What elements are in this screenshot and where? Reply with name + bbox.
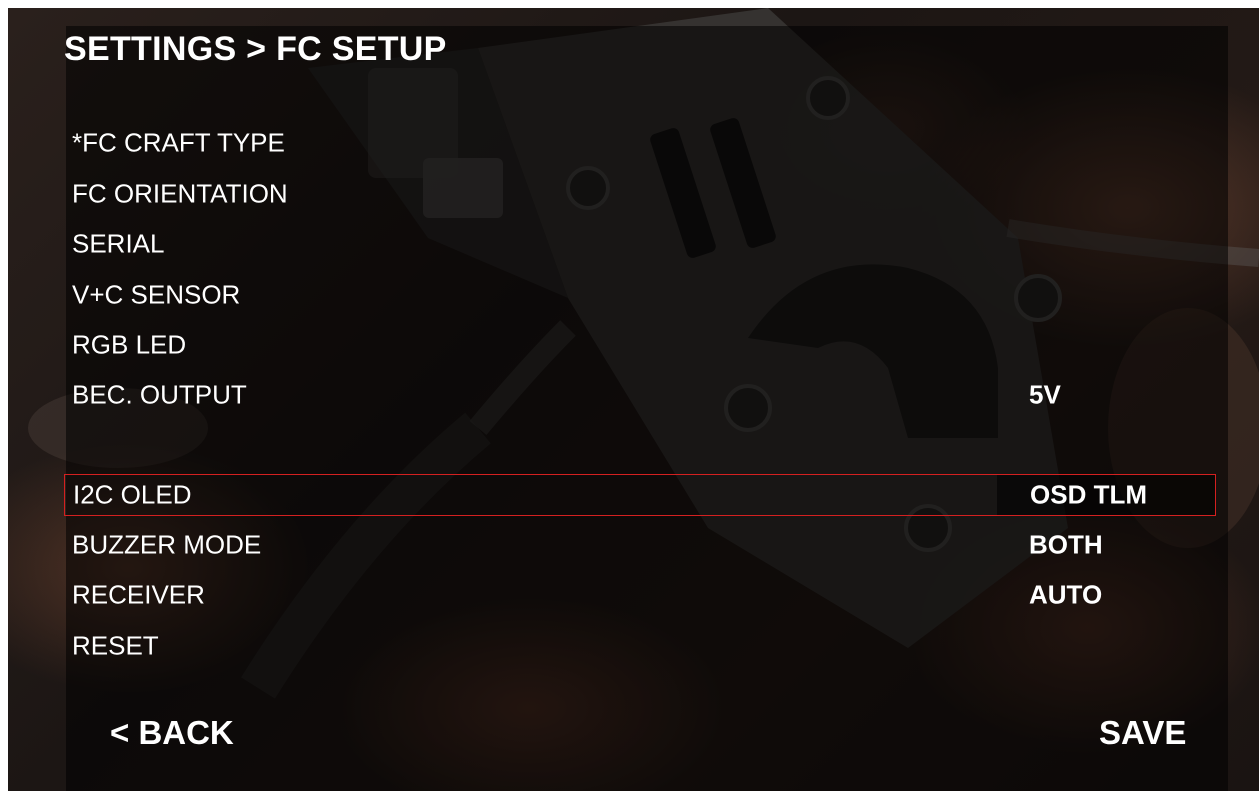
menu-item-value: BOTH [1029, 529, 1103, 560]
menu-item-value: OSD TLM [1030, 479, 1147, 510]
menu-item-label: FC ORIENTATION [72, 178, 288, 209]
menu-item-label: BUZZER MODE [72, 529, 262, 560]
menu-item-vc-sensor[interactable]: V+C SENSOR [64, 274, 1216, 316]
back-button[interactable]: < BACK [110, 714, 234, 752]
menu-item-i2c-oled[interactable]: I2C OLED OSD TLM [64, 474, 1216, 516]
menu-item-rgb-led[interactable]: RGB LED [64, 324, 1216, 366]
menu-item-label: RESET [72, 630, 159, 661]
menu-item-label: SERIAL [72, 228, 165, 259]
page-title: SETTINGS > FC SETUP [64, 30, 447, 68]
menu-item-label: RECEIVER [72, 579, 205, 610]
menu-item-fc-craft-type[interactable]: *FC CRAFT TYPE [64, 122, 1216, 164]
menu-item-buzzer-mode[interactable]: BUZZER MODE BOTH [64, 524, 1216, 566]
menu-item-label: *FC CRAFT TYPE [72, 127, 285, 158]
menu-item-label: RGB LED [72, 329, 187, 360]
menu-item-value: AUTO [1029, 579, 1103, 610]
app-frame: SETTINGS > FC SETUP *FC CRAFT TYPE FC OR… [0, 0, 1259, 791]
menu-item-receiver[interactable]: RECEIVER AUTO [64, 574, 1216, 616]
menu-item-serial[interactable]: SERIAL [64, 223, 1216, 265]
menu-item-bec-output[interactable]: BEC. OUTPUT 5V [64, 374, 1216, 416]
menu-item-reset[interactable]: RESET [64, 625, 1216, 667]
menu-item-label: BEC. OUTPUT [72, 379, 247, 410]
menu-item-fc-orientation[interactable]: FC ORIENTATION [64, 173, 1216, 215]
menu-item-label: V+C SENSOR [72, 279, 241, 310]
menu-item-label: I2C OLED [73, 479, 192, 510]
save-button[interactable]: SAVE [1099, 714, 1186, 752]
menu-item-value: 5V [1029, 379, 1061, 410]
